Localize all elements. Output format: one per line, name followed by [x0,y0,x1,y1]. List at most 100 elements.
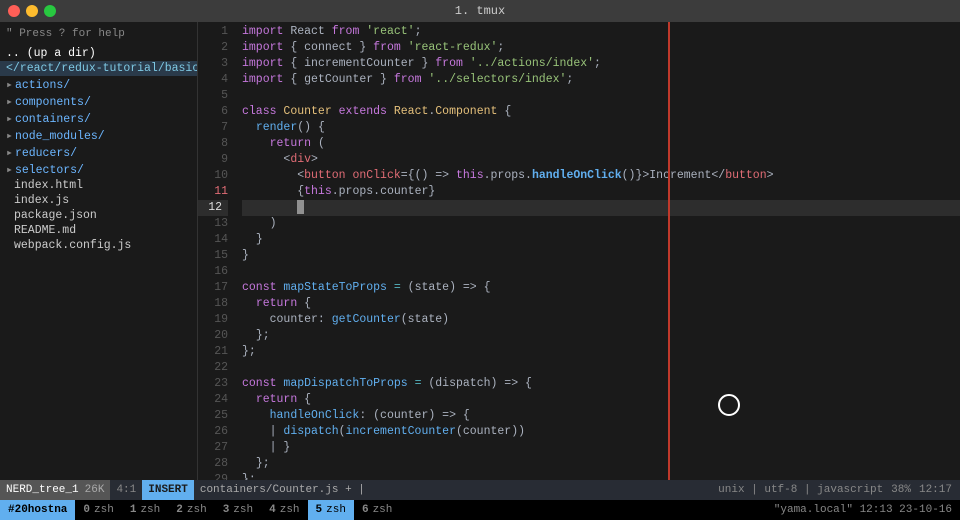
tree-item-containers[interactable]: ▸containers/ [0,110,197,127]
ln-16: 16 [198,264,228,280]
tmux-tabbar: #20hostna 0 zsh 1 zsh 2 zsh 3 zsh 4 zsh [0,500,960,520]
tree-item-selectors[interactable]: ▸selectors/ [0,161,197,178]
sidebar-help-text: " Press ? for help [0,26,197,46]
code-line-7: render() { [242,120,960,136]
code-line-8: return ( [242,136,960,152]
code-line-2: import { connect } from 'react-redux'; [242,40,960,56]
ln-1: 1 [198,24,228,40]
tree-item-node-modules[interactable]: ▸node_modules/ [0,127,197,144]
code-line-29: }; [242,472,960,480]
tree-item-reducers[interactable]: ▸reducers/ [0,144,197,161]
ln-21: 21 [198,344,228,360]
code-line-10: <button onClick={() => this.props.handle… [242,168,960,184]
vim-file-tree-badge: NERD_tree_1 26K [0,480,110,500]
ln-12: 12 [198,200,228,216]
code-line-24: return { [242,392,960,408]
tmux-tab-0[interactable]: 0 zsh [75,500,121,520]
code-line-26: | dispatch(incrementCounter(counter)) [242,424,960,440]
ln-9: 9 [198,152,228,168]
tree-active-path[interactable]: </react/redux-tutorial/basics/ [0,61,197,76]
code-line-6: class Counter extends React.Component { [242,104,960,120]
ln-29: 29 [198,472,228,480]
code-line-1: import React from 'react'; [242,24,960,40]
tree-item-components[interactable]: ▸components/ [0,93,197,110]
code-line-14: } [242,232,960,248]
code-line-18: return { [242,296,960,312]
red-vertical-line [668,22,670,480]
ln-8: 8 [198,136,228,152]
ln-6: 6 [198,104,228,120]
ln-26: 26 [198,424,228,440]
ln-10: 10 [198,168,228,184]
code-lines: import React from 'react'; import { conn… [234,22,960,480]
vim-statusline: NERD_tree_1 26K 4:1 INSERT containers/Co… [0,480,960,500]
tmux-tab-3[interactable]: 3 zsh [215,500,261,520]
ln-28: 28 [198,456,228,472]
status-area: NERD_tree_1 26K 4:1 INSERT containers/Co… [0,480,960,520]
code-line-27: | } [242,440,960,456]
tree-parent-dir[interactable]: .. (up a dir) [0,46,197,61]
code-line-16 [242,264,960,280]
editor-area: " Press ? for help .. (up a dir) </react… [0,22,960,480]
code-line-3: import { incrementCounter } from '../act… [242,56,960,72]
ln-18: 18 [198,296,228,312]
code-line-11: {this.props.counter} [242,184,960,200]
tree-item-webpack[interactable]: webpack.config.js [0,238,197,253]
ln-14: 14 [198,232,228,248]
tree-item-readme[interactable]: README.md [0,223,197,238]
tmux-main: " Press ? for help .. (up a dir) </react… [0,22,960,520]
ln-13: 13 [198,216,228,232]
ln-4: 4 [198,72,228,88]
file-tree-sidebar: " Press ? for help .. (up a dir) </react… [0,22,198,480]
ln-3: 3 [198,56,228,72]
title-bar: 1. tmux [0,0,960,22]
tree-item-index-html[interactable]: index.html [0,178,197,193]
tmux-tab-5-active[interactable]: 5 zsh [308,500,354,520]
code-editor[interactable]: 1 2 3 4 5 6 7 8 9 10 11 12 13 14 15 16 1 [198,22,960,480]
code-line-21: }; [242,344,960,360]
tmux-tab-4[interactable]: 4 zsh [261,500,307,520]
ln-19: 19 [198,312,228,328]
code-line-22 [242,360,960,376]
code-content: 1 2 3 4 5 6 7 8 9 10 11 12 13 14 15 16 1 [198,22,960,480]
ln-11: 11 [198,184,228,200]
ln-7: 7 [198,120,228,136]
window-title: 1. tmux [455,4,505,18]
code-line-19: counter: getCounter(state) [242,312,960,328]
tree-item-package-json[interactable]: package.json [0,208,197,223]
tree-item-index-js[interactable]: index.js [0,193,197,208]
ln-15: 15 [198,248,228,264]
ln-2: 2 [198,40,228,56]
tmux-hostname: #20hostna [0,500,75,520]
code-line-23: const mapDispatchToProps = (dispatch) =>… [242,376,960,392]
close-button[interactable] [8,5,20,17]
tmux-tab-1[interactable]: 1 zsh [122,500,168,520]
window-controls [8,5,56,17]
code-line-20: }; [242,328,960,344]
ln-24: 24 [198,392,228,408]
ln-23: 23 [198,376,228,392]
code-line-5 [242,88,960,104]
ln-5: 5 [198,88,228,104]
vim-right-info: unix | utf-8 | javascript 38% 12:17 [710,484,960,496]
code-line-4: import { getCounter } from '../selectors… [242,72,960,88]
ln-27: 27 [198,440,228,456]
code-line-9: <div> [242,152,960,168]
tree-item-actions[interactable]: ▸actions/ [0,76,197,93]
code-line-17: const mapStateToProps = (state) => { [242,280,960,296]
ln-17: 17 [198,280,228,296]
vim-file-path: containers/Counter.js + | [194,484,710,496]
code-line-28: }; [242,456,960,472]
ln-22: 22 [198,360,228,376]
code-line-15: } [242,248,960,264]
tmux-right-time: "yama.local" 12:13 23-10-16 [766,504,960,516]
maximize-button[interactable] [44,5,56,17]
tmux-tab-6[interactable]: 6 zsh [354,500,400,520]
tmux-tab-2[interactable]: 2 zsh [168,500,214,520]
line-numbers: 1 2 3 4 5 6 7 8 9 10 11 12 13 14 15 16 1 [198,22,234,480]
minimize-button[interactable] [26,5,38,17]
code-line-13: ) [242,216,960,232]
vim-insert-badge: INSERT [142,480,194,500]
code-line-25: handleOnClick: (counter) => { [242,408,960,424]
code-line-12 [242,200,960,216]
